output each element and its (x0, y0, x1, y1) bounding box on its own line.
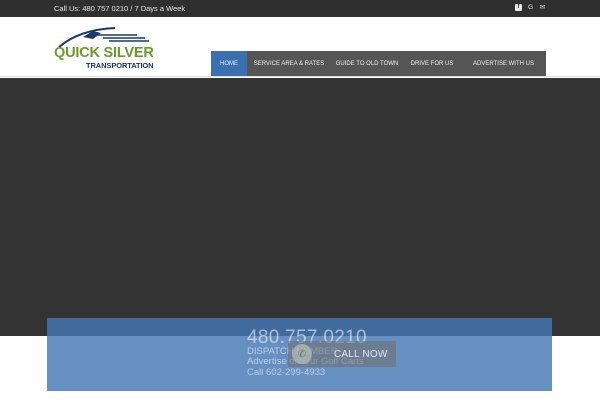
nav-item-home[interactable]: HOME (211, 51, 247, 76)
social-links: f G ✉ (515, 4, 546, 11)
envelope-icon[interactable]: ✉ (539, 4, 546, 11)
site-logo[interactable]: QUICK SILVER TRANSPORTATION (53, 25, 154, 73)
facebook-icon[interactable]: f (515, 4, 522, 11)
phone-icon: ✆ (292, 344, 312, 364)
hero-banner (0, 78, 600, 336)
call-now-label: CALL NOW (334, 348, 388, 360)
google-icon[interactable]: G (527, 4, 534, 11)
site-header: QUICK SILVER TRANSPORTATION HOME SERVICE… (0, 17, 600, 77)
main-nav: HOME SERVICE AREA & RATES GUIDE TO OLD T… (211, 51, 546, 76)
call-us-text: Call Us: 480 757 0210 / 7 Days a Week (54, 4, 186, 13)
nav-item-drive-for-us[interactable]: DRIVE FOR US (403, 51, 461, 76)
logo-text-quick-silver: QUICK SILVER (54, 45, 154, 61)
golf-cart-phone-text[interactable]: Call 602-299-4933 (247, 367, 325, 378)
nav-item-guide-to-old-town[interactable]: GUIDE TO OLD TOWN (331, 51, 403, 76)
logo-text-transportation: TRANSPORTATION (86, 61, 154, 70)
call-now-button[interactable]: ✆ CALL NOW (288, 341, 396, 367)
nav-item-advertise-with-us[interactable]: ADVERTISE WITH US (461, 51, 546, 76)
top-bar: Call Us: 480 757 0210 / 7 Days a Week f … (0, 0, 600, 17)
call-overlay-panel: 480.757.0210 DISPATCH NUMBER Advertise o… (47, 318, 552, 391)
nav-item-service-area-rates[interactable]: SERVICE AREA & RATES (247, 51, 331, 76)
